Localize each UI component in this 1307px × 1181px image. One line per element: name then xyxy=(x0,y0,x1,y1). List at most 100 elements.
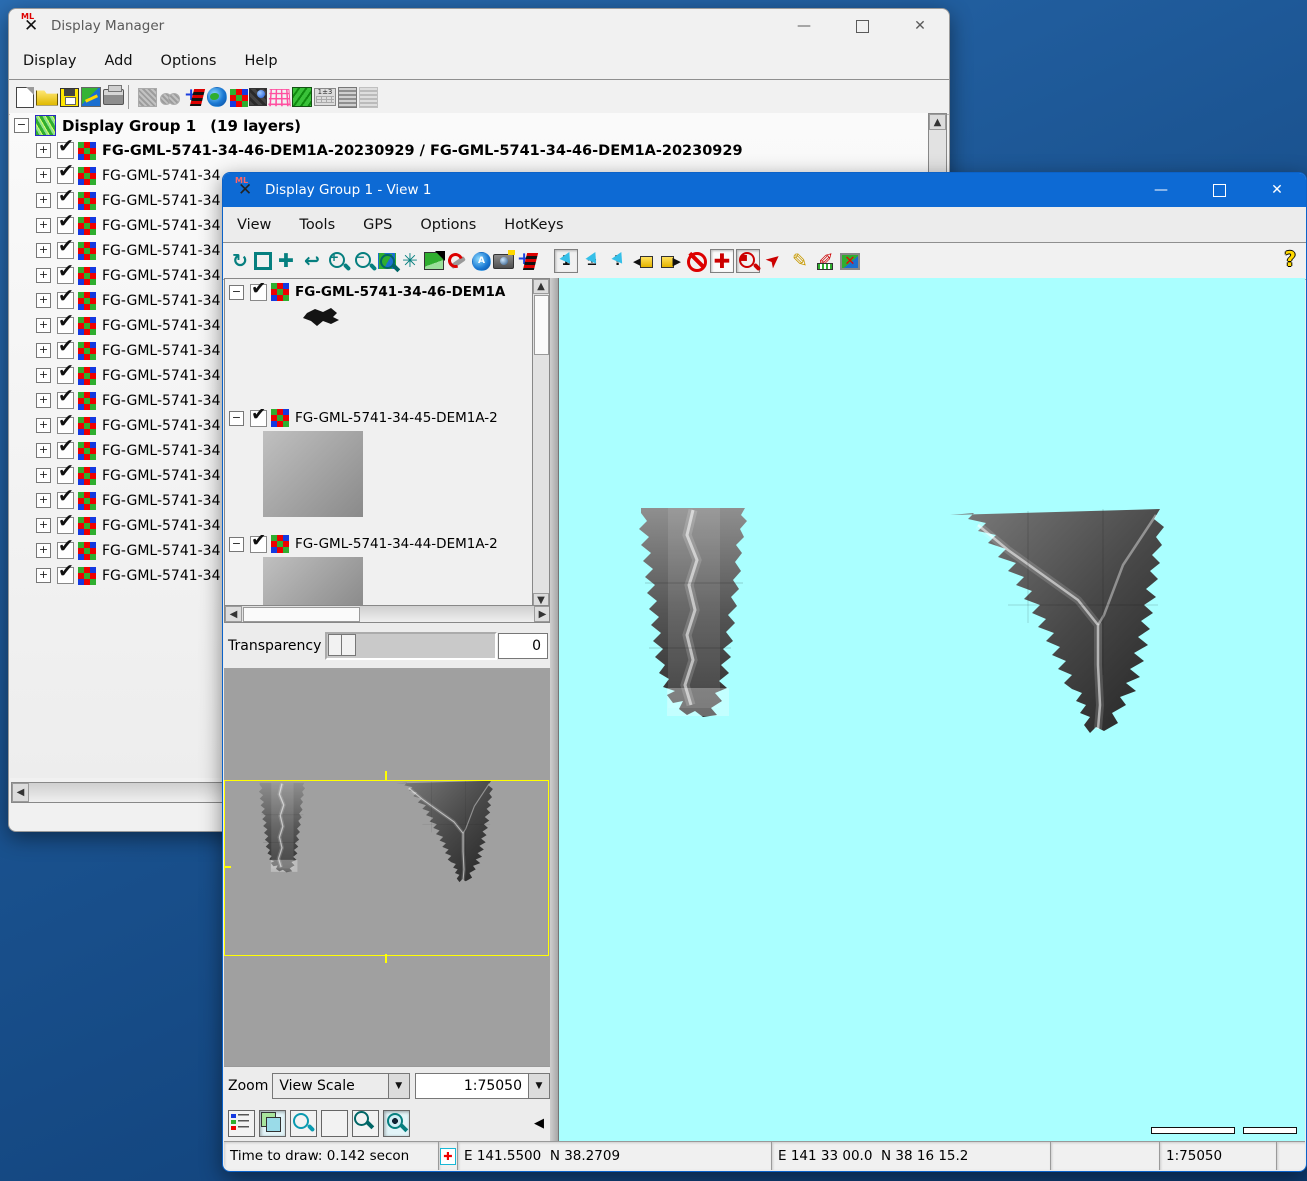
layer-checkbox[interactable]: ✔ xyxy=(57,267,74,284)
layer-tree-row[interactable]: + ✔ FG-GML-5741-34-46-DEM1A-20230929 / F… xyxy=(10,138,930,163)
maximize-button[interactable] xyxy=(1190,173,1248,207)
zoom-full-icon[interactable]: ✳ xyxy=(398,249,422,273)
save-icon[interactable] xyxy=(60,88,79,107)
add-pinmap-icon[interactable] xyxy=(249,88,267,106)
view-titlebar[interactable]: ML✕ Display Group 1 - View 1 — ✕ xyxy=(223,173,1306,207)
expand-icon[interactable]: + xyxy=(36,293,51,308)
layer-checkbox[interactable]: ✔ xyxy=(57,392,74,409)
close-button[interactable]: ✕ xyxy=(891,9,949,43)
select-arrow-icon[interactable]: ➤ xyxy=(757,244,791,278)
layer-thumbnail[interactable] xyxy=(263,557,363,608)
layer-checkbox[interactable]: ✔ xyxy=(57,242,74,259)
menu-help[interactable]: Help xyxy=(230,53,291,69)
full-image-button[interactable] xyxy=(321,1110,348,1137)
sidebar-layer-row[interactable]: − ✔ FG-GML-5741-34-45-DEM1A-2 xyxy=(229,409,529,427)
add-objects-icon[interactable] xyxy=(183,85,205,109)
layer-checkbox[interactable]: ✔ xyxy=(57,367,74,384)
zoom-1x-button[interactable] xyxy=(383,1110,410,1137)
locator-overview-map[interactable] xyxy=(224,668,550,1066)
chevron-down-icon[interactable]: ▼ xyxy=(388,1074,409,1098)
menu-hotkeys[interactable]: HotKeys xyxy=(490,217,577,233)
collapse-icon[interactable]: − xyxy=(14,118,29,133)
locator-icon[interactable] xyxy=(424,252,444,270)
map-view-canvas[interactable] xyxy=(559,278,1305,1142)
layer-checkbox[interactable]: ✔ xyxy=(57,142,74,159)
menu-view[interactable]: View xyxy=(223,217,285,233)
layer-checkbox[interactable]: ✔ xyxy=(57,542,74,559)
zoom-mode-dropdown[interactable]: View Scale ▼ xyxy=(272,1073,409,1099)
position-marker-cell[interactable]: ✚ xyxy=(439,1142,458,1170)
sketch-tool-icon[interactable]: ✎ xyxy=(788,249,812,273)
minimize-button[interactable]: — xyxy=(1132,173,1190,207)
scroll-up-arrow[interactable]: ▲ xyxy=(533,279,549,294)
layer-checkbox[interactable]: ✔ xyxy=(57,167,74,184)
tree-group-row[interactable]: − Display Group 1 (19 layers) xyxy=(10,113,930,138)
zoom-locator-button[interactable] xyxy=(352,1110,379,1137)
zoom-out-icon[interactable]: − xyxy=(352,249,376,273)
scrollbar-thumb[interactable] xyxy=(534,295,549,355)
measure-tool-icon[interactable]: ✐ xyxy=(814,249,838,273)
expand-icon[interactable]: + xyxy=(36,518,51,533)
tool-options-icon[interactable] xyxy=(446,249,470,273)
display-manager-button[interactable] xyxy=(228,1110,255,1137)
expand-icon[interactable]: + xyxy=(36,193,51,208)
next-element-icon[interactable] xyxy=(658,249,682,273)
expand-icon[interactable]: + xyxy=(36,368,51,383)
layer-thumbnail[interactable] xyxy=(301,305,341,330)
page-layout-icon[interactable] xyxy=(81,87,101,107)
add-tin-icon[interactable] xyxy=(268,89,291,106)
expand-icon[interactable]: + xyxy=(36,393,51,408)
minimize-button[interactable]: — xyxy=(775,9,833,43)
transparency-value[interactable]: 0 xyxy=(498,633,548,659)
menu-add[interactable]: Add xyxy=(90,53,146,69)
scroll-up-arrow[interactable]: ▲ xyxy=(929,114,946,130)
snapshot-icon[interactable] xyxy=(493,254,514,269)
print-icon[interactable] xyxy=(103,89,124,105)
layer-checkbox[interactable]: ✔ xyxy=(57,442,74,459)
layer-checkbox[interactable]: ✔ xyxy=(57,342,74,359)
add-text-icon[interactable] xyxy=(359,87,378,108)
georeference-icon[interactable]: A xyxy=(472,252,491,271)
zoom-box-tool-icon[interactable]: ▪ xyxy=(736,249,760,273)
scroll-left-arrow[interactable]: ◀ xyxy=(12,783,29,802)
menu-gps[interactable]: GPS xyxy=(349,217,406,233)
scroll-right-arrow[interactable]: ▶ xyxy=(534,606,550,622)
maximize-button[interactable] xyxy=(833,9,891,43)
find-button[interactable] xyxy=(290,1110,317,1137)
scroll-track[interactable] xyxy=(360,606,534,622)
layer-checkbox[interactable]: ✔ xyxy=(57,517,74,534)
scrollbar-thumb[interactable] xyxy=(243,607,360,622)
view-extent-rectangle[interactable] xyxy=(224,780,549,956)
menu-options[interactable]: Options xyxy=(406,217,490,233)
expand-icon[interactable]: + xyxy=(36,343,51,358)
add-raster-icon[interactable] xyxy=(229,88,247,106)
layer-checkbox[interactable]: ✔ xyxy=(57,417,74,434)
expand-icon[interactable]: + xyxy=(36,493,51,508)
layer-checkbox[interactable]: ✔ xyxy=(250,284,267,301)
open-file-icon[interactable] xyxy=(36,89,58,106)
sidebar-layer-row[interactable]: − ✔ FG-GML-5741-34-44-DEM1A-2 xyxy=(229,535,529,553)
layer-checkbox[interactable]: ✔ xyxy=(250,410,267,427)
sidebar-layer-row[interactable]: − ✔ FG-GML-5741-34-46-DEM1A xyxy=(229,283,529,301)
expand-icon[interactable]: + xyxy=(36,243,51,258)
expand-icon[interactable]: + xyxy=(36,443,51,458)
redraw-icon[interactable]: ↻ xyxy=(228,249,252,273)
layer-checkbox[interactable]: ✔ xyxy=(57,567,74,584)
zoom-scale-dropdown[interactable]: 1:75050 ▼ xyxy=(415,1073,550,1099)
display-manager-titlebar[interactable]: ML✕ Display Manager — ✕ xyxy=(9,9,949,43)
expand-icon[interactable]: + xyxy=(36,218,51,233)
zoom-in-icon[interactable]: + xyxy=(326,249,350,273)
sidebar-divider[interactable] xyxy=(550,278,559,1142)
layer-checkbox[interactable]: ✔ xyxy=(57,292,74,309)
expand-icon[interactable]: + xyxy=(36,168,51,183)
expand-icon[interactable]: + xyxy=(36,418,51,433)
layer-checkbox[interactable]: ✔ xyxy=(57,492,74,509)
close-button[interactable]: ✕ xyxy=(1248,173,1306,207)
layer-checkbox[interactable]: ✔ xyxy=(57,217,74,234)
expand-icon[interactable]: + xyxy=(36,318,51,333)
sidebar-collapse-icon[interactable]: ◀ xyxy=(534,1116,544,1131)
new-file-icon[interactable] xyxy=(16,87,34,108)
expand-icon[interactable]: + xyxy=(36,568,51,583)
multi-select-tool-icon[interactable]: ± xyxy=(580,249,604,273)
slider-thumb[interactable] xyxy=(328,634,356,656)
